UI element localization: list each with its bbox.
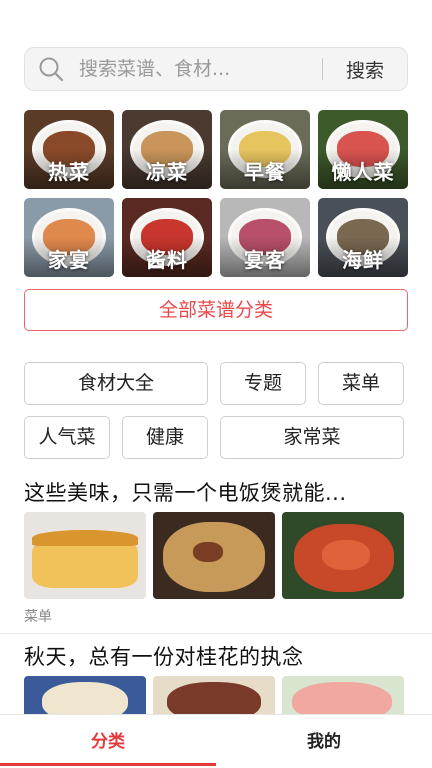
tab-label: 分类 [91, 732, 125, 752]
category-tile-seafood[interactable]: 海鲜 [318, 198, 408, 277]
osmanthus-dessert-image [42, 682, 128, 714]
active-tab-indicator [0, 763, 216, 766]
tag-popular[interactable]: 人气菜 [24, 416, 110, 459]
category-tile-hot-dishes[interactable]: 热菜 [24, 110, 114, 189]
tab-profile[interactable]: 我的 [216, 715, 432, 768]
category-label: 早餐 [244, 160, 286, 184]
category-label: 海鲜 [342, 248, 384, 272]
search-input[interactable] [79, 48, 322, 90]
osmanthus-dish-image [167, 682, 261, 714]
tag-healthy[interactable]: 健康 [122, 416, 208, 459]
tab-categories[interactable]: 分类 [0, 715, 216, 768]
search-icon [37, 55, 65, 83]
tag-menus[interactable]: 菜单 [318, 362, 404, 405]
article-thumbnail[interactable] [153, 512, 275, 599]
article-thumbnail[interactable] [24, 676, 146, 714]
search-button[interactable]: 搜索 [323, 56, 407, 83]
article-thumbnail[interactable] [282, 512, 404, 599]
osmanthus-jelly-image [292, 682, 392, 714]
category-label: 凉菜 [146, 160, 188, 184]
divider [0, 633, 432, 634]
tag-topics[interactable]: 专题 [220, 362, 306, 405]
all-categories-button[interactable]: 全部菜谱分类 [24, 289, 408, 331]
tag-home-cooking[interactable]: 家常菜 [220, 416, 404, 459]
category-tile-family-feast[interactable]: 家宴 [24, 198, 114, 277]
category-label: 酱料 [146, 248, 188, 272]
category-label: 宴客 [244, 248, 286, 272]
category-label: 热菜 [48, 160, 90, 184]
article-title[interactable]: 这些美味，只需一个电饭煲就能... [24, 477, 408, 507]
article-thumbnail[interactable] [153, 676, 275, 714]
search-bar: 搜索 [24, 47, 408, 91]
category-tile-cold-dishes[interactable]: 凉菜 [122, 110, 212, 189]
article-thumbnail[interactable] [24, 512, 146, 599]
category-label: 懒人菜 [331, 160, 395, 184]
category-tile-breakfast[interactable]: 早餐 [220, 110, 310, 189]
article-title[interactable]: 秋天，总有一份对桂花的执念 [24, 641, 408, 671]
category-tile-lazy-dishes[interactable]: 懒人菜 [318, 110, 408, 189]
category-grid: 热菜 凉菜 早餐 懒人菜 家宴 酱料 宴客 海鲜 [24, 110, 408, 277]
bottom-nav: 分类 我的 [0, 714, 432, 768]
article-tag: 菜单 [24, 609, 52, 625]
category-tile-banquet[interactable]: 宴客 [220, 198, 310, 277]
category-tile-sauces[interactable]: 酱料 [122, 198, 212, 277]
tag-ingredients[interactable]: 食材大全 [24, 362, 208, 405]
category-label: 家宴 [48, 248, 90, 272]
tab-label: 我的 [307, 732, 341, 752]
article-thumbnail[interactable] [282, 676, 404, 714]
